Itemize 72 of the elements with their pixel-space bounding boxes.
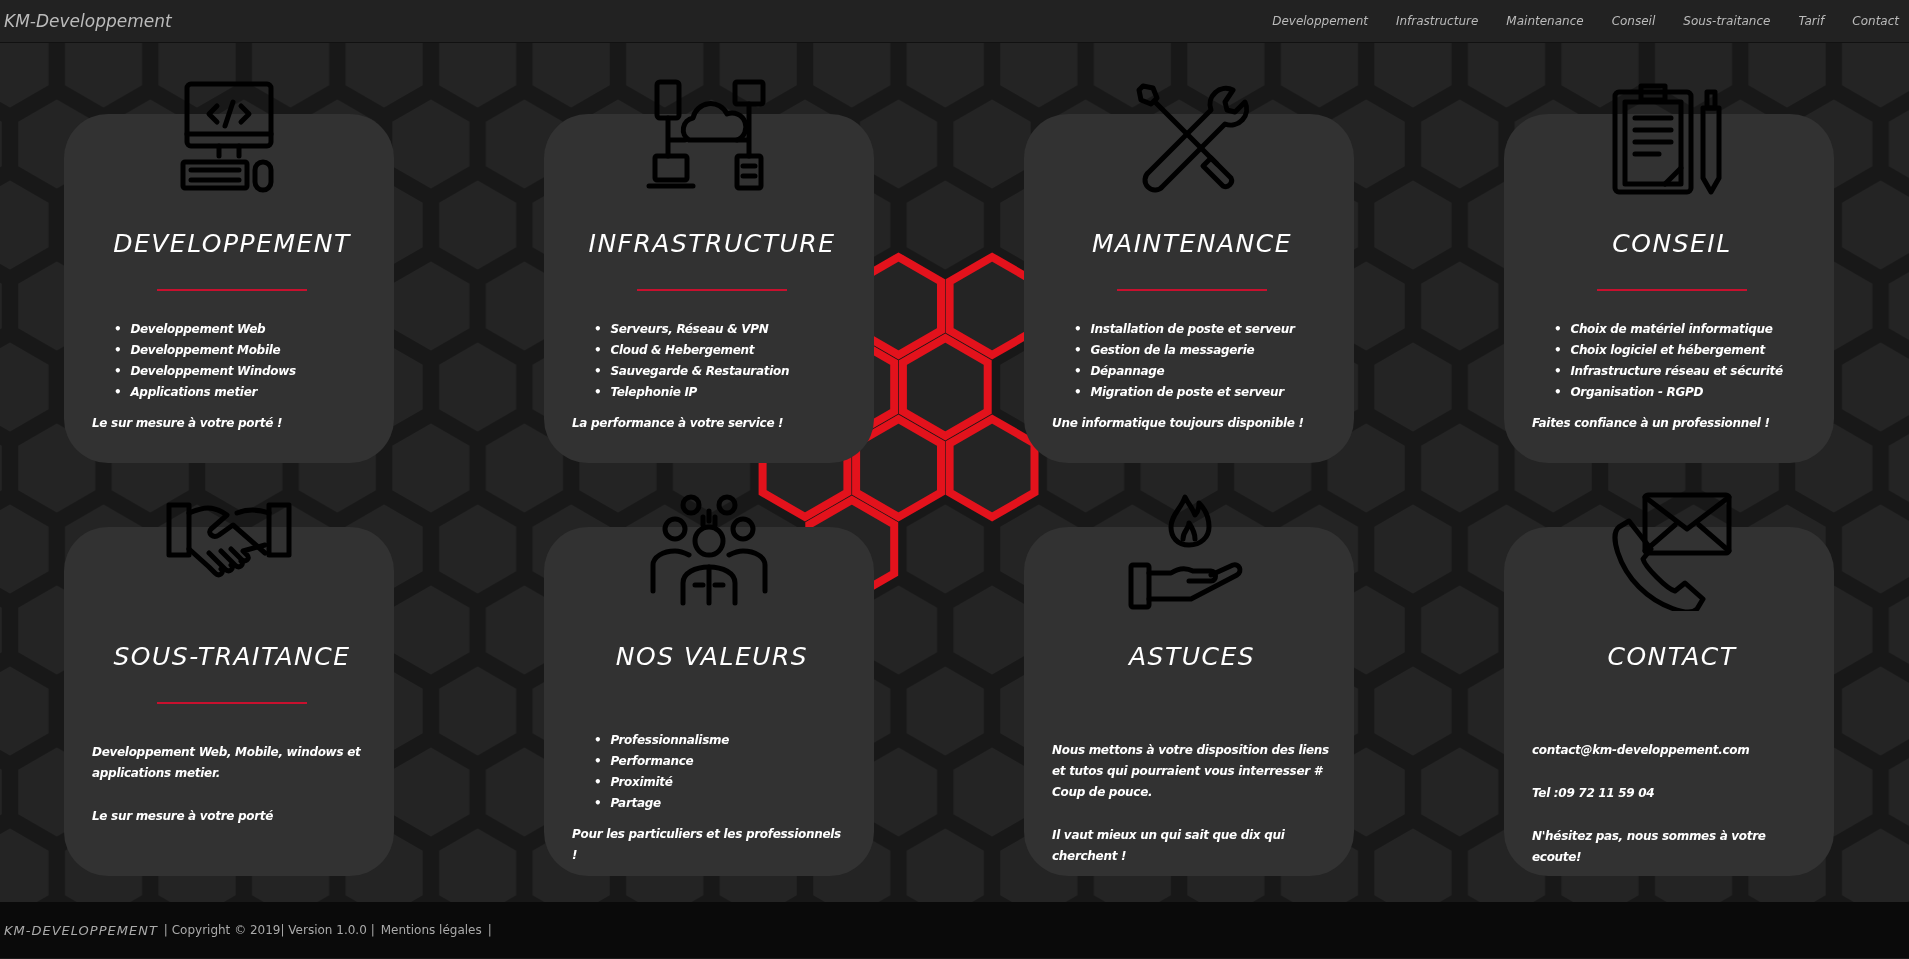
bullet-mark: • <box>1554 321 1562 338</box>
list-item: Cloud & Hebergement <box>610 342 756 359</box>
card-text: N'hésitez pas, nous sommes à votre ecoute! <box>1532 828 1767 866</box>
nav-link[interactable]: Contact <box>1852 14 1899 28</box>
list-item: Sauvegarde & Restauration <box>610 363 791 380</box>
legal-notice-link[interactable]: Mentions légales <box>380 923 482 937</box>
list-item: Organisation - RGPD <box>1570 384 1705 401</box>
nav-link[interactable]: Infrastructure <box>1395 14 1479 28</box>
list-item: Developpement Web <box>130 321 267 338</box>
card-text: Il vaut mieux un qui sait que dix qui cherchent ! <box>1052 827 1286 865</box>
brand-logo[interactable]: KM-Developpement <box>4 11 172 31</box>
list-item: Choix logiciel et hébergement <box>1570 342 1767 359</box>
bullet-mark: • <box>594 753 602 770</box>
card-title: INFRASTRUCTURE <box>587 229 837 259</box>
nav-link[interactable]: Tarif <box>1798 14 1825 28</box>
list-item: Infrastructure réseau et sécurité <box>1570 363 1784 380</box>
card-text: La performance à votre service ! <box>572 415 785 432</box>
bullet-mark: • <box>594 384 602 401</box>
bullet-mark: • <box>114 321 122 338</box>
footer-brand: KM-DEVELOPPEMENT <box>4 922 158 938</box>
card-title: NOS VALEURS <box>614 642 810 672</box>
bullet-mark: • <box>1074 384 1082 401</box>
card-text: Tel :09 72 11 59 04 <box>1532 785 1656 802</box>
bullet-mark: • <box>1554 342 1562 359</box>
bullet-mark: • <box>1074 363 1082 380</box>
nav-link[interactable]: Maintenance <box>1506 14 1584 28</box>
bullet-mark: • <box>114 384 122 401</box>
card-text: Developpement Web, Mobile, windows et applications metier. <box>92 744 362 782</box>
list-item: Performance <box>610 753 695 770</box>
card-title: ASTUCES <box>1127 642 1257 672</box>
list-item: Developpement Mobile <box>130 342 282 359</box>
card-title: CONTACT <box>1606 642 1738 672</box>
card-text: Une informatique toujours disponible ! <box>1052 415 1305 432</box>
bullet-mark: • <box>594 795 602 812</box>
bullet-mark: • <box>114 342 122 359</box>
bullet-mark: • <box>1554 384 1562 401</box>
copyright-text: | Copyright © 2019| Version 1.0.0 | <box>163 923 375 937</box>
card-text: Nous mettons à votre disposition des liens et tutos qui pourraient vous interresser # Coup de pouce. <box>1052 742 1330 801</box>
list-item: Partage <box>610 795 662 812</box>
bullet-mark: • <box>594 342 602 359</box>
bullet-mark: • <box>594 774 602 791</box>
list-item: Installation de poste et serveur <box>1090 321 1297 338</box>
bullet-mark: • <box>594 363 602 380</box>
card-text: Faites confiance à un professionnel ! <box>1532 415 1771 432</box>
bullet-mark: • <box>594 732 602 749</box>
card-title: DEVELOPPEMENT <box>112 229 352 259</box>
separator-text: | <box>487 923 492 937</box>
bullet-mark: • <box>1074 321 1082 338</box>
list-item: Choix de matériel informatique <box>1570 321 1774 338</box>
list-item: Gestion de la messagerie <box>1090 342 1256 359</box>
list-item: Professionnalisme <box>610 732 731 749</box>
card-text: contact@km-developpement.com <box>1532 742 1751 759</box>
bullet-mark: • <box>1074 342 1082 359</box>
card-title: MAINTENANCE <box>1090 229 1294 259</box>
bullet-mark: • <box>114 363 122 380</box>
list-item: Proximité <box>610 774 674 791</box>
list-item: Developpement Windows <box>130 363 297 380</box>
nav-link[interactable]: Conseil <box>1611 14 1656 28</box>
nav-link[interactable]: Developpement <box>1272 14 1368 28</box>
card-title: CONSEIL <box>1611 229 1733 259</box>
list-item: Dépannage <box>1090 363 1166 380</box>
list-item: Telephonie IP <box>610 384 699 401</box>
bullet-mark: • <box>594 321 602 338</box>
card-title: SOUS-TRAITANCE <box>112 642 352 672</box>
card-text: Le sur mesure à votre porté <box>92 808 275 825</box>
card-text: Le sur mesure à votre porté ! <box>92 415 284 432</box>
list-item: Migration de poste et serveur <box>1090 384 1286 401</box>
nav-link[interactable]: Sous-traitance <box>1683 14 1771 28</box>
bullet-mark: • <box>1554 363 1562 380</box>
list-item: Serveurs, Réseau & VPN <box>610 321 770 338</box>
list-item: Applications metier <box>130 384 259 401</box>
card-text: Pour les particuliers et les professionnels ! <box>572 826 842 864</box>
